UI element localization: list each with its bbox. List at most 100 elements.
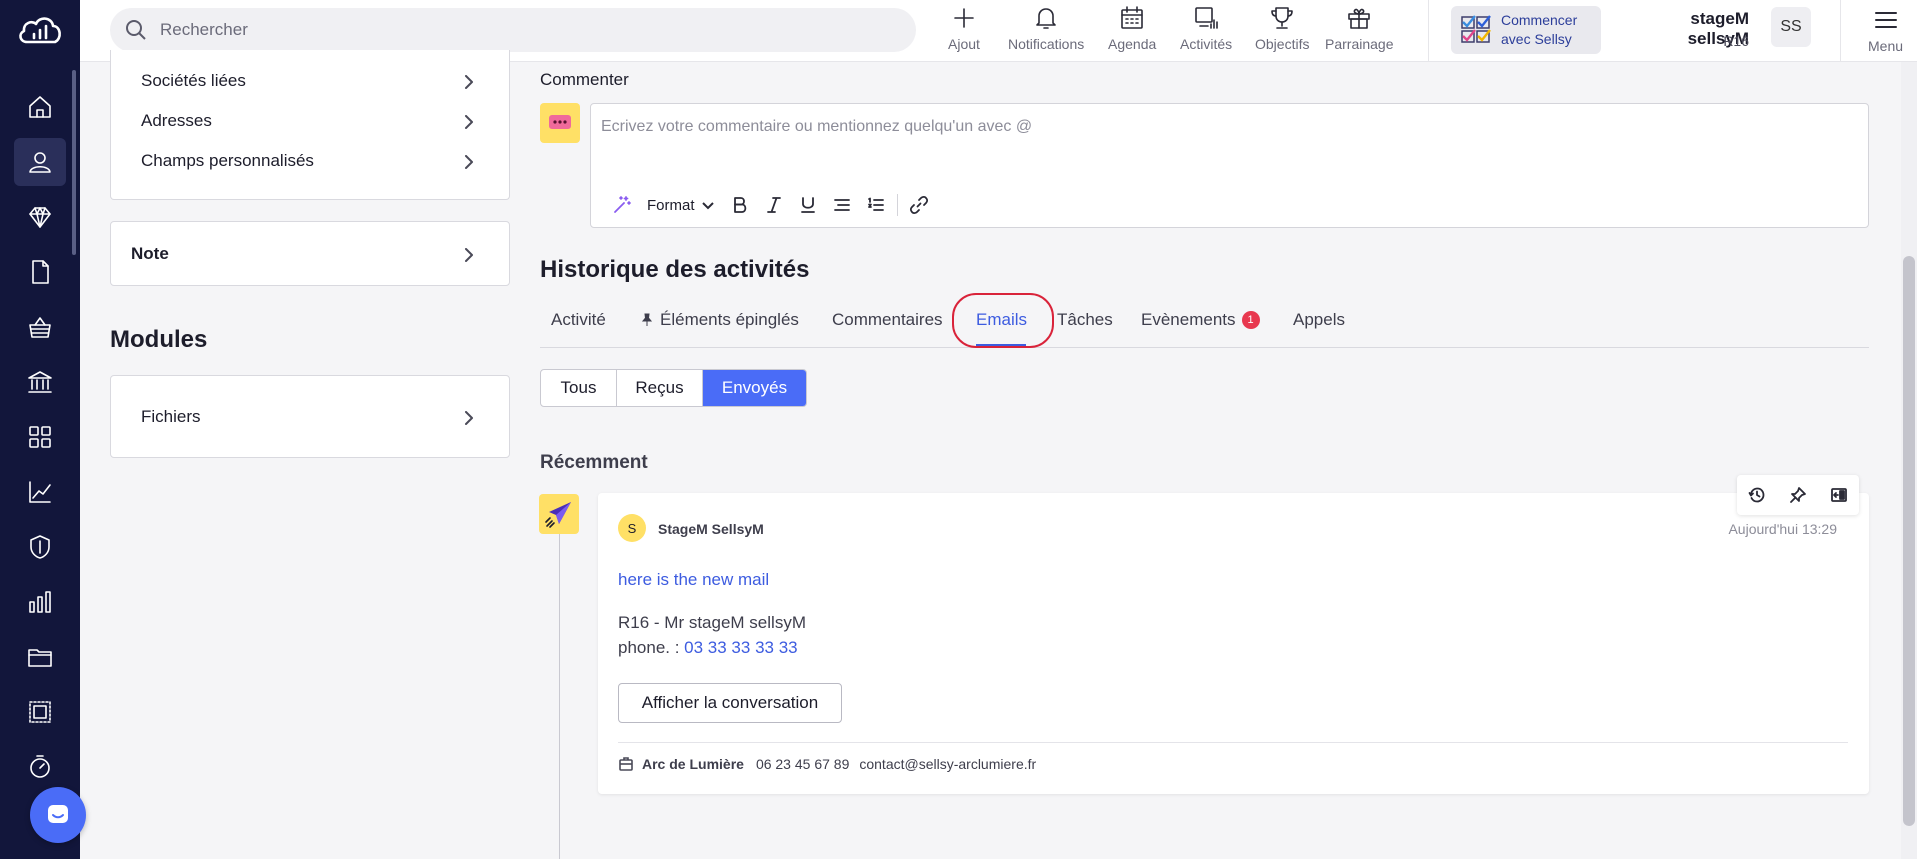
tab-pinned[interactable]: Éléments épinglés: [640, 310, 799, 330]
bullet-list-icon: [833, 199, 850, 211]
add-label: Ajout: [948, 36, 980, 52]
basket-icon[interactable]: [14, 303, 66, 351]
getting-started-line1: Commencer: [1501, 12, 1578, 28]
stamp-icon[interactable]: [14, 688, 66, 736]
numbered-list-button[interactable]: [859, 190, 893, 220]
app-root: Ajout Notifications Agenda Activités Obj…: [0, 0, 1917, 859]
referral-label: Parrainage: [1325, 36, 1394, 52]
document-icon[interactable]: [14, 248, 66, 296]
phone-link[interactable]: 03 33 33 33 33: [684, 638, 797, 657]
files-link[interactable]: Fichiers: [111, 402, 509, 432]
addresses-link[interactable]: Adresses: [111, 106, 509, 136]
activities-label: Activités: [1180, 36, 1233, 52]
trophy-icon: [1271, 7, 1294, 29]
objectives-button[interactable]: Objectifs: [1255, 4, 1309, 52]
filter-sent[interactable]: Envoyés: [703, 370, 806, 406]
apps-grid-icon[interactable]: [14, 413, 66, 461]
bullet-list-button[interactable]: [825, 190, 859, 220]
search-bar[interactable]: [110, 8, 916, 52]
filter-received[interactable]: Reçus: [617, 370, 703, 406]
chevron-right-icon: [463, 154, 475, 169]
magic-wand-button[interactable]: [605, 190, 639, 220]
tab-pinned-label: Éléments épinglés: [660, 310, 799, 329]
magic-wand-icon: [614, 196, 631, 213]
filter-received-label: Reçus: [635, 378, 684, 397]
email-card: S StageM SellsyM Aujourd'hui 13:29 here …: [598, 493, 1869, 794]
add-button[interactable]: Ajout: [948, 4, 980, 52]
nav-scrollbar[interactable]: [72, 70, 76, 255]
search-icon: [126, 20, 146, 40]
getting-started-line2: avec Sellsy: [1501, 31, 1572, 47]
menu-button[interactable]: Menu: [1868, 6, 1903, 54]
contacts-icon[interactable]: [14, 138, 66, 186]
plus-icon: [954, 8, 974, 28]
topbar-divider: [1840, 0, 1841, 62]
open-panel-button[interactable]: [1824, 480, 1854, 510]
bold-button[interactable]: [723, 190, 757, 220]
tab-events[interactable]: Evènements 1: [1141, 310, 1260, 330]
numbered-list-icon: [867, 197, 884, 211]
main-scrollbar-thumb[interactable]: [1903, 256, 1915, 826]
events-count-badge: 1: [1241, 311, 1260, 329]
tab-tasks[interactable]: Tâches: [1057, 310, 1113, 330]
activities-button[interactable]: Activités: [1180, 4, 1232, 52]
chat-support-button[interactable]: [30, 787, 86, 843]
comment-bubble-icon: [540, 103, 580, 143]
sender-name: StageM SellsyM: [658, 521, 764, 537]
sender-avatar: S: [618, 514, 646, 542]
sellsy-logo-icon[interactable]: [17, 12, 63, 48]
chart-line-icon[interactable]: [14, 468, 66, 516]
files-label: Fichiers: [141, 407, 201, 426]
tab-comments[interactable]: Commentaires: [832, 310, 943, 330]
underline-button[interactable]: [791, 190, 825, 220]
history-button[interactable]: [1742, 480, 1772, 510]
tab-calls[interactable]: Appels: [1293, 310, 1345, 330]
chevron-right-icon: [463, 114, 475, 129]
bar-chart-icon[interactable]: [14, 578, 66, 626]
getting-started-button[interactable]: Commencer avec Sellsy: [1451, 6, 1601, 54]
note-card[interactable]: Note: [110, 221, 510, 286]
email-subject-link[interactable]: here is the new mail: [618, 570, 769, 590]
user-avatar[interactable]: SS: [1771, 7, 1811, 47]
chevron-down-icon: [701, 202, 714, 210]
show-conversation-button[interactable]: Afficher la conversation: [618, 683, 842, 723]
company-icon: [619, 757, 633, 771]
tab-activity-label: Activité: [551, 310, 606, 329]
comment-editor[interactable]: Ecrivez votre commentaire ou mentionnez …: [590, 103, 1869, 228]
comment-placeholder[interactable]: Ecrivez votre commentaire ou mentionnez …: [601, 118, 1032, 136]
shield-icon[interactable]: [14, 523, 66, 571]
linked-companies-link[interactable]: Sociétés liées: [111, 66, 509, 96]
format-dropdown[interactable]: Format: [639, 197, 723, 214]
custom-fields-link[interactable]: Champs personnalisés: [111, 146, 509, 176]
diamond-icon[interactable]: [14, 193, 66, 241]
note-link[interactable]: Note: [111, 239, 509, 269]
home-icon[interactable]: [14, 83, 66, 131]
notifications-button[interactable]: Notifications: [1008, 4, 1084, 52]
main-scrollbar[interactable]: [1901, 62, 1917, 859]
italic-button[interactable]: [757, 190, 791, 220]
search-input[interactable]: [160, 20, 860, 40]
company-phone[interactable]: 06 23 45 67 89: [756, 756, 849, 772]
files-card[interactable]: Fichiers: [110, 375, 510, 458]
tab-activity[interactable]: Activité: [551, 310, 606, 330]
chevron-right-icon: [463, 247, 475, 262]
email-filter-toggle: Tous Reçus Envoyés: [540, 369, 807, 407]
pin-icon: [641, 313, 653, 326]
referral-button[interactable]: Parrainage: [1325, 4, 1394, 52]
link-button[interactable]: [902, 190, 936, 220]
bold-icon: [733, 197, 746, 213]
pin-button[interactable]: [1783, 480, 1813, 510]
timeline-line: [559, 534, 560, 859]
tab-events-label: Evènements: [1141, 310, 1236, 329]
agenda-button[interactable]: Agenda: [1108, 4, 1156, 52]
side-panel-icon: [1830, 488, 1847, 502]
company-name[interactable]: Arc de Lumière: [642, 756, 744, 772]
folder-icon[interactable]: [14, 633, 66, 681]
hamburger-icon: [1874, 12, 1897, 28]
sent-email-icon: [539, 494, 579, 534]
timer-icon[interactable]: [14, 743, 66, 791]
company-email[interactable]: contact@sellsy-arclumiere.fr: [859, 756, 1036, 772]
bank-icon[interactable]: [14, 358, 66, 406]
modules-title: Modules: [110, 326, 208, 353]
filter-all[interactable]: Tous: [541, 370, 617, 406]
